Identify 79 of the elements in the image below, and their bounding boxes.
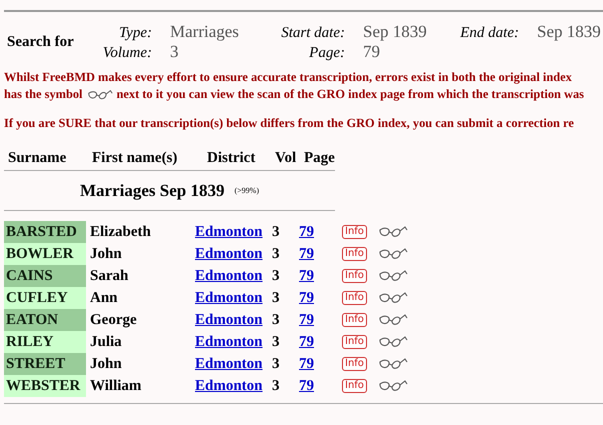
page-link[interactable]: 79 [299,268,314,284]
info-button[interactable]: Info [342,269,367,283]
surname-cell: BARSTED [4,221,86,243]
first-name-text: Sarah [89,268,130,284]
accuracy-note: (>99%) [234,186,259,195]
info-button[interactable]: Info [342,313,367,327]
info-button[interactable]: Info [342,247,367,261]
spectacles-icon [86,88,112,102]
info-button[interactable]: Info [342,357,367,371]
page-link[interactable]: 79 [299,312,314,328]
field-label: Volume: [102,45,152,62]
column-header: Vol [274,150,298,166]
spectacles-icon[interactable] [378,291,408,305]
volume-text: 3 [272,246,280,262]
notice-text: Whilst FreeBMD makes every effort to ensure accurate transcription, errors exist in both the original index [4,69,572,86]
first-name-text: Ann [89,290,119,306]
page-link[interactable]: 79 [299,246,314,262]
volume-text: 3 [272,378,280,394]
field-label: Type: [118,25,152,42]
field-label: End date: [460,25,519,42]
district-link[interactable]: Edmonton [195,356,263,372]
notice-text: has the symbol [4,86,82,103]
surname-cell: CAINS [4,265,86,287]
surname-cell: WEBSTER [4,375,86,397]
field-value: Marriages [170,22,240,42]
page-link[interactable]: 79 [299,290,314,306]
page-link[interactable]: 79 [299,224,314,240]
spectacles-icon[interactable] [378,225,408,239]
first-name-text: John [89,356,123,372]
page-link[interactable]: 79 [299,378,314,394]
column-header: District [206,150,256,166]
field-value: Sep 1839 [537,22,602,42]
surname-cell: CUFLEY [4,287,86,309]
info-button[interactable]: Info [342,225,367,239]
info-button[interactable]: Info [342,291,367,305]
district-link[interactable]: Edmonton [195,334,263,350]
volume-text: 3 [272,356,280,372]
district-link[interactable]: Edmonton [195,268,263,284]
first-name-text: George [89,312,138,328]
surname-cell: EATON [4,309,86,331]
spectacles-icon[interactable] [378,247,408,261]
search-heading: Search for [6,34,75,50]
spectacles-icon[interactable] [378,269,408,283]
volume-text: 3 [272,334,280,350]
page-link[interactable]: 79 [299,334,314,350]
spectacles-icon[interactable] [378,335,408,349]
field-label: Page: [309,45,345,62]
spectacles-icon[interactable] [378,313,408,327]
surname-cell: BOWLER [4,243,86,265]
spectacles-icon[interactable] [378,379,408,393]
district-link[interactable]: Edmonton [195,246,263,262]
field-value: 3 [170,42,180,62]
first-name-text: William [89,378,142,394]
spectacles-icon[interactable] [378,357,408,371]
surname-cell: STREET [4,353,86,375]
field-value: Sep 1839 [363,22,428,42]
first-name-text: Elizabeth [89,224,152,240]
field-label: Start date: [281,25,345,42]
info-button[interactable]: Info [342,335,367,349]
district-link[interactable]: Edmonton [195,312,263,328]
notice-text: next to it you can view the scan of the GRO index page from which the transcription was [116,86,584,103]
district-link[interactable]: Edmonton [195,290,263,306]
field-value: 79 [363,42,381,62]
district-link[interactable]: Edmonton [195,224,263,240]
info-button[interactable]: Info [342,379,367,393]
volume-text: 3 [272,224,280,240]
first-name-text: John [89,246,123,262]
column-header: Page [303,150,335,166]
page-link[interactable]: 79 [299,356,314,372]
volume-text: 3 [272,290,280,306]
surname-cell: RILEY [4,331,86,353]
section-title: Marriages Sep 1839 [80,180,224,200]
notice-text: If you are SURE that our transcription(s) below differs from the GRO index, you can submit a correction re [4,115,574,132]
district-link[interactable]: Edmonton [195,378,263,394]
column-header: Surname [7,150,68,166]
first-name-text: Julia [89,334,123,350]
volume-text: 3 [272,268,280,284]
volume-text: 3 [272,312,280,328]
column-header: First name(s) [91,150,178,166]
